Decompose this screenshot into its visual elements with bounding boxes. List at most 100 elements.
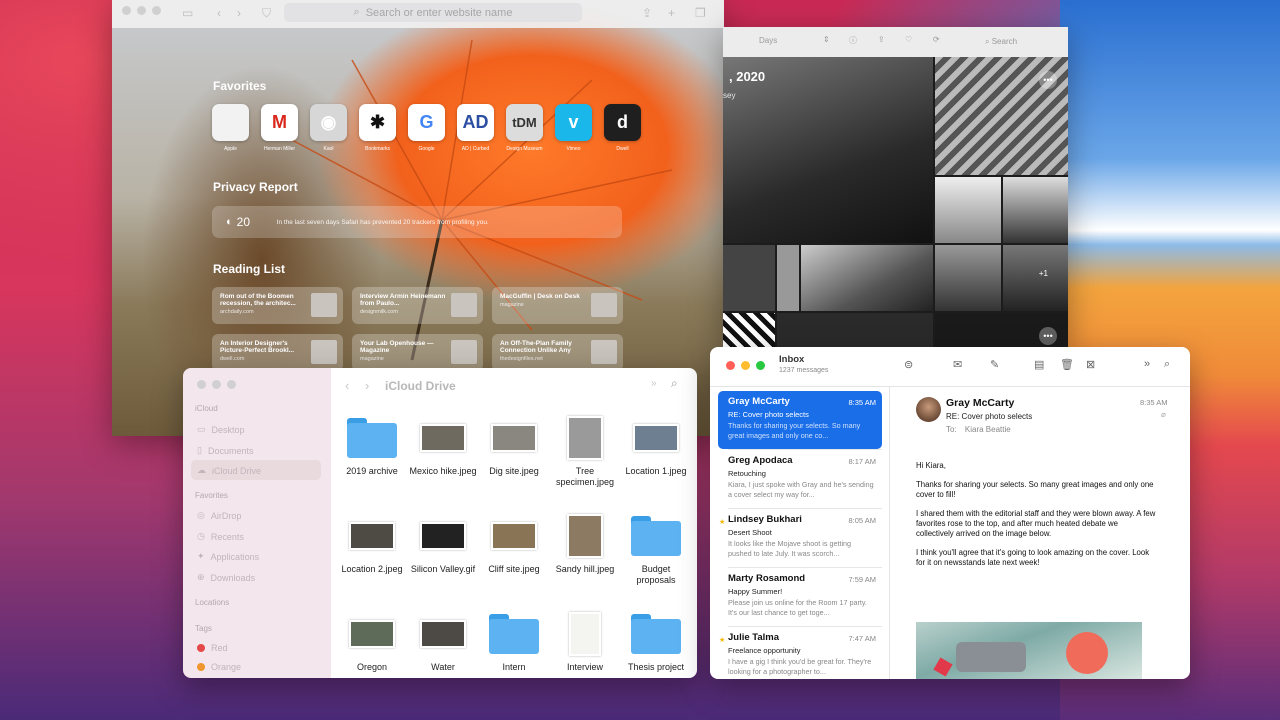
reading-list-item[interactable]: An Off-The-Plan Family Connection Unlike…	[492, 334, 623, 371]
favorite-item[interactable]: G Google	[408, 104, 445, 152]
reading-list-item[interactable]: Rom out of the Boomen recession, the arc…	[212, 287, 343, 324]
sidebar-item-downloads[interactable]: ⊕ Downloads	[197, 572, 255, 583]
favorite-item[interactable]: v Vimeo	[555, 104, 592, 152]
reading-list-item[interactable]: Interview Armin Heinemann from Paulo... d…	[352, 287, 483, 324]
file-item[interactable]: Location 2.jpeg	[337, 514, 407, 575]
more-icon[interactable]: »	[1144, 358, 1150, 370]
folder-item[interactable]: Intern	[479, 612, 549, 673]
tabs-overview-icon[interactable]: ❐	[695, 6, 706, 20]
rotate-icon[interactable]: ⟳	[933, 35, 940, 44]
reading-list-item[interactable]: An Interior Designer's Picture-Perfect B…	[212, 334, 343, 371]
photos-location: sey	[723, 91, 736, 100]
sidebar-tag-orange[interactable]: Orange	[197, 662, 241, 672]
sidebar-icon[interactable]: ▭	[182, 6, 193, 20]
new-tab-icon[interactable]: +	[668, 6, 675, 20]
sidebar-item-desktop[interactable]: ▭ Desktop	[197, 424, 245, 435]
photo-tile[interactable]	[723, 245, 775, 311]
forward-icon[interactable]: ›	[365, 378, 369, 393]
info-icon[interactable]: ⓘ	[849, 35, 857, 46]
photo-tile[interactable]	[723, 313, 775, 347]
favorite-item[interactable]: M Herman Miller	[261, 104, 298, 152]
file-item[interactable]: Interview	[550, 612, 620, 673]
photo-tile[interactable]	[777, 313, 933, 347]
view-select[interactable]: Days	[759, 36, 777, 45]
more-icon[interactable]: •••	[1039, 327, 1057, 345]
favorite-item[interactable]: ✱ Bookmarks	[359, 104, 396, 152]
more-icon[interactable]: »	[651, 378, 657, 389]
favorite-item[interactable]: d Dwell	[604, 104, 641, 152]
favorite-item[interactable]: tDM Design Museum	[506, 104, 543, 152]
more-icon[interactable]: •••	[1039, 71, 1057, 89]
photo-tile[interactable]	[723, 57, 933, 243]
message-row[interactable]: Marty Rosamond 7:59 AM Happy Summer! Please…	[718, 568, 882, 626]
reading-list-item[interactable]: Your Lab Openhouse — Magazine magazine	[352, 334, 483, 371]
message-row[interactable]: ★ Lindsey Bukhari 8:05 AM Desert Shoot It lo…	[718, 509, 882, 567]
search-icon[interactable]: ⌕	[671, 376, 678, 391]
photo-tile[interactable]	[801, 245, 933, 311]
file-item[interactable]: Sandy hill.jpeg	[550, 514, 620, 575]
junk-icon[interactable]: ⊠	[1086, 358, 1095, 371]
compose-icon[interactable]: ✎	[990, 358, 999, 371]
privacy-report-card[interactable]: ◐ 20 In the last seven days Safari has p…	[212, 206, 622, 238]
file-item[interactable]: Mexico hike.jpeg	[408, 416, 478, 477]
body-paragraph: Thanks for sharing your selects. So many…	[916, 480, 1154, 499]
message-row[interactable]: Greg Apodaca 8:17 AM Retouching Kiara, I ju…	[718, 450, 882, 508]
favorite-item[interactable]: AD AD | Curbed	[457, 104, 494, 152]
sidebar-item-icloud-drive[interactable]: ☁ iCloud Drive	[197, 465, 261, 476]
chevron-updown-icon[interactable]: ⇕	[823, 35, 830, 44]
photo-tile[interactable]	[935, 245, 1001, 311]
sidebar-item-applications[interactable]: ✦ Applications	[197, 551, 259, 562]
window-controls[interactable]	[122, 6, 161, 15]
file-item[interactable]: Cliff site.jpeg	[479, 514, 549, 575]
sidebar-item-recents[interactable]: ◷ Recents	[197, 531, 244, 542]
recipient-name[interactable]: Kiara Beattie	[965, 425, 1011, 434]
share-icon[interactable]: ⇪	[878, 35, 885, 44]
sidebar-tag-red[interactable]: Red	[197, 643, 228, 653]
folder-item[interactable]: Thesis project	[621, 612, 691, 673]
image-thumbnail-icon	[491, 416, 537, 460]
photo-tile[interactable]	[935, 177, 1001, 243]
file-item[interactable]: Silicon Valley.gif	[408, 514, 478, 575]
file-item[interactable]: Dig site.jpeg	[479, 416, 549, 477]
shield-icon[interactable]: ⛉	[262, 6, 271, 21]
red-tag-icon	[197, 644, 205, 652]
file-item[interactable]: Location 1.jpeg	[621, 416, 691, 477]
sidebar-item-label: Desktop	[211, 424, 245, 435]
heart-icon[interactable]: ♡	[905, 35, 912, 44]
favorite-item[interactable]: ◉ Kaol	[310, 104, 347, 152]
folder-item[interactable]: 2019 archive	[337, 416, 407, 477]
back-icon[interactable]: ‹	[217, 6, 221, 20]
message-row[interactable]: ★ Julie Talma 7:47 AM Freelance opportunity…	[718, 627, 882, 679]
window-controls[interactable]	[197, 380, 236, 389]
file-name: Interview	[566, 662, 603, 672]
body-paragraph: Hi Kiara,	[916, 461, 946, 470]
trash-icon[interactable]: 🗑	[1060, 358, 1074, 371]
folder-item[interactable]: Budget proposals	[621, 514, 691, 586]
photo-tile[interactable]: +1	[1003, 245, 1068, 311]
file-item[interactable]: Water	[408, 612, 478, 673]
sidebar-item-airdrop[interactable]: ◎ AirDrop	[197, 510, 241, 521]
back-icon[interactable]: ‹	[345, 378, 349, 393]
photo-tile[interactable]	[1003, 177, 1068, 243]
address-bar[interactable]: ⌕ Search or enter website name	[284, 3, 582, 22]
filter-icon[interactable]: ⊜	[904, 358, 913, 371]
message-row[interactable]: Gray McCarty 8:35 AM RE: Cover photo selec…	[718, 391, 882, 449]
reading-item-thumbnail	[591, 293, 617, 317]
search-icon[interactable]: ⌕	[1164, 358, 1170, 371]
window-controls[interactable]	[726, 361, 765, 370]
share-icon[interactable]: ⇪	[642, 6, 652, 20]
reading-list-title: Reading List	[213, 262, 286, 276]
reading-list-item[interactable]: MacGuffin | Desk on Desk magazine	[492, 287, 623, 324]
photos-search-label: Search	[991, 37, 1018, 46]
sidebar-item-documents[interactable]: ▯ Documents	[197, 445, 253, 456]
file-item[interactable]: Tree specimen.jpeg	[550, 416, 620, 488]
envelope-icon[interactable]: ✉	[953, 358, 962, 371]
photos-search[interactable]: ⌕ Search	[985, 37, 1017, 47]
sidebar-item-label: Orange	[211, 662, 242, 672]
attached-image[interactable]	[916, 622, 1142, 679]
archive-icon[interactable]: ▤	[1034, 358, 1044, 371]
photo-tile[interactable]	[777, 245, 799, 311]
forward-icon[interactable]: ›	[237, 6, 241, 20]
favorite-item[interactable]: Apple	[212, 104, 249, 152]
file-item[interactable]: Oregon	[337, 612, 407, 673]
